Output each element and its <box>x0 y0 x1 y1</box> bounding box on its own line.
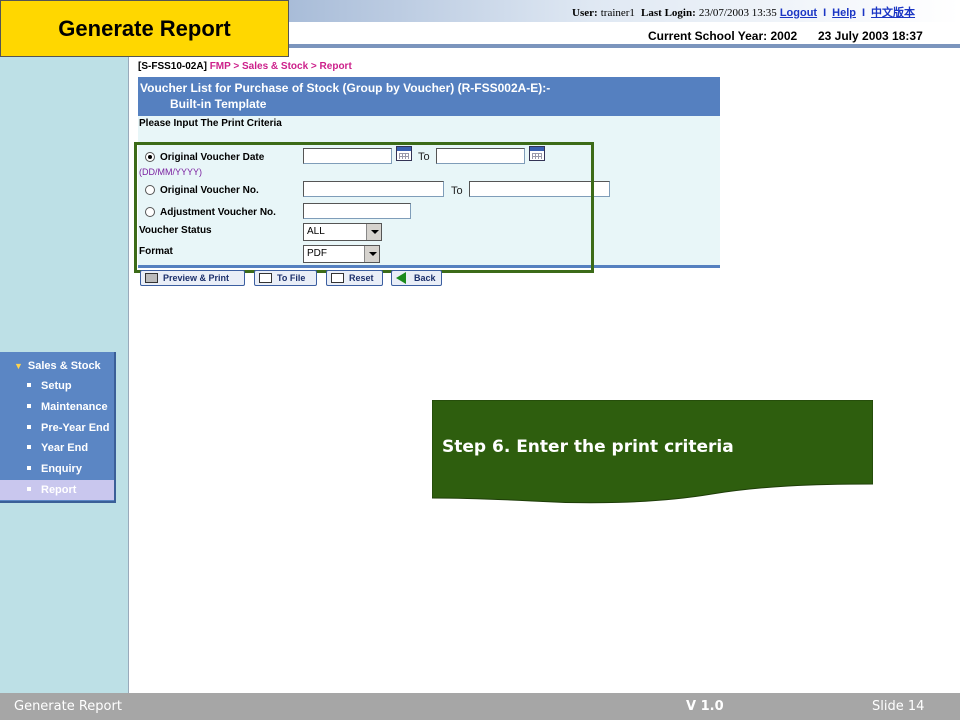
bullet-icon <box>27 487 31 492</box>
last-login-value: 23/07/2003 13:35 <box>698 7 777 19</box>
step-callout: Step 6. Enter the print criteria <box>432 400 873 504</box>
footer-title: Generate Report <box>14 699 122 714</box>
menu-item-pre-year-end[interactable]: Pre-Year End <box>0 418 114 438</box>
menu-item-report[interactable]: Report <box>0 480 114 500</box>
logout-link[interactable]: Logout <box>780 7 817 19</box>
printer-icon <box>145 273 158 283</box>
menu-item-enquiry[interactable]: Enquiry <box>0 459 114 479</box>
back-button[interactable]: Back <box>391 270 442 286</box>
footer-bar: Generate Report V 1.0 Slide 14 <box>0 693 960 720</box>
callout-text: Step 6. Enter the print criteria <box>442 437 734 457</box>
criteria-subheading: Please Input The Print Criteria <box>139 118 282 129</box>
reset-icon <box>331 273 344 283</box>
form-title: Voucher List for Purchase of Stock (Grou… <box>138 77 720 116</box>
preview-print-button[interactable]: Preview & Print <box>140 270 245 286</box>
breadcrumb-path[interactable]: FMP > Sales & Stock > Report <box>210 61 352 72</box>
highlight-box <box>134 142 594 273</box>
bullet-icon <box>27 404 31 409</box>
reset-button[interactable]: Reset <box>326 270 383 286</box>
to-file-button[interactable]: To File <box>254 270 317 286</box>
school-year: Current School Year: 2002 <box>648 29 798 43</box>
page-title: Generate Report <box>0 0 289 57</box>
footer-version: V 1.0 <box>686 699 724 714</box>
user-info: User: trainer1 Last Login: 23/07/2003 13… <box>572 7 916 19</box>
menu-item-maintenance[interactable]: Maintenance <box>0 397 114 417</box>
breadcrumb: [S-FSS10-02A] FMP > Sales & Stock > Repo… <box>138 61 352 72</box>
back-arrow-icon <box>396 272 406 284</box>
help-link[interactable]: Help <box>832 7 856 19</box>
bullet-icon <box>27 383 31 388</box>
menu-heading[interactable]: ▼ Sales & Stock <box>14 360 101 372</box>
user-name: trainer1 <box>600 7 635 19</box>
menu-item-year-end[interactable]: Year End <box>0 438 114 458</box>
bullet-icon <box>27 425 31 430</box>
file-icon <box>259 273 272 283</box>
footer-slide-number: Slide 14 <box>872 699 925 714</box>
sales-stock-menu: ▼ Sales & Stock Setup Maintenance Pre-Yea… <box>0 352 116 503</box>
bullet-icon <box>27 445 31 450</box>
current-datetime: 23 July 2003 18:37 <box>818 29 923 43</box>
chinese-version-link[interactable]: 中文版本 <box>871 7 915 19</box>
bullet-icon <box>27 466 31 471</box>
screen-code: [S-FSS10-02A] <box>138 61 207 72</box>
header-divider <box>288 44 960 48</box>
menu-item-setup[interactable]: Setup <box>0 376 114 396</box>
chevron-down-icon: ▼ <box>14 361 23 371</box>
